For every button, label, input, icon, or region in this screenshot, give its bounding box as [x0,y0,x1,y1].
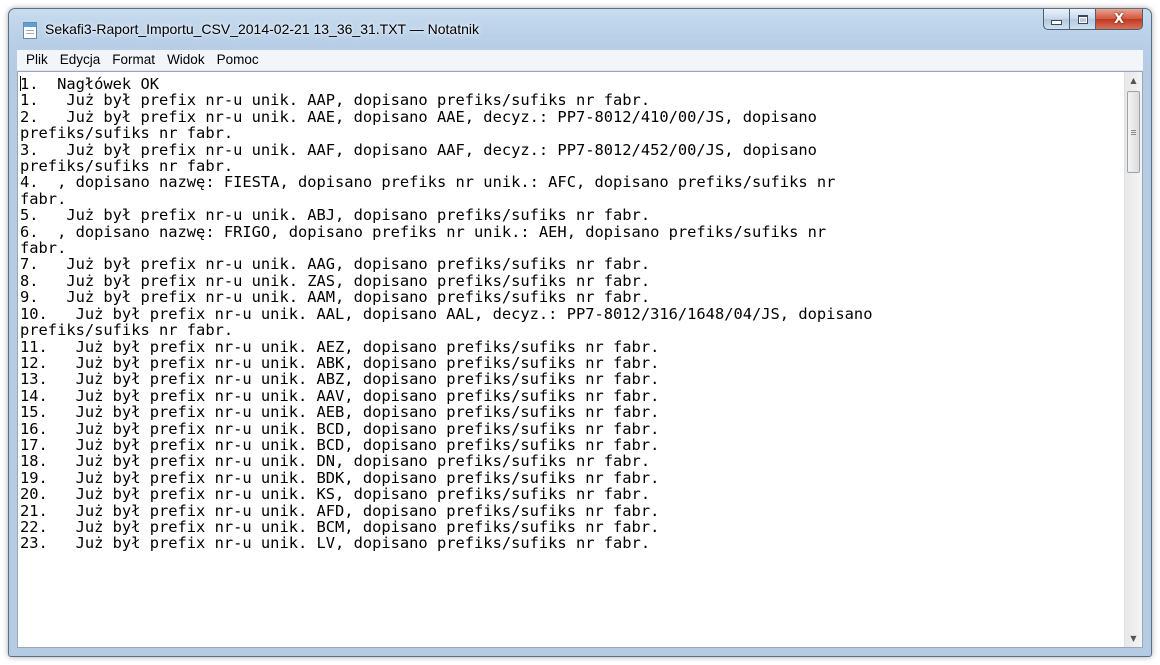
text-line: 11. Już był prefix nr-u unik. AEZ, dopis… [20,337,660,356]
text-editor[interactable]: 1. Nagłówek OK 1. Już był prefix nr-u uni… [17,71,1143,648]
scrollbar-thumb[interactable] [1127,91,1140,173]
text-line: 3. Już był prefix nr-u unik. AAF, dopisa… [20,140,817,159]
scroll-down-arrow-icon: ▼ [1130,634,1137,643]
text-line: prefiks/sufiks nr fabr. [20,124,234,143]
text-line: 12. Już był prefix nr-u unik. ABK, dopis… [20,353,660,372]
text-line: 13. Już był prefix nr-u unik. ABZ, dopis… [20,370,660,389]
text-line: 2. Już był prefix nr-u unik. AAE, dopisa… [20,107,817,126]
text-line: 7. Już był prefix nr-u unik. AAG, dopisa… [20,255,651,274]
notepad-window: Sekafi3-Raport_Importu_CSV_2014-02-21 13… [8,8,1152,657]
text-line: 20. Już był prefix nr-u unik. KS, dopisa… [20,485,651,504]
text-line: 6. , dopisano nazwę: FRIGO, dopisano pre… [20,222,827,241]
vertical-scrollbar[interactable]: ▲ ▼ [1124,72,1142,647]
text-line: 21. Już był prefix nr-u unik. AFD, dopis… [20,501,660,520]
text-line: 16. Już był prefix nr-u unik. BCD, dopis… [20,419,660,438]
scroll-down-button[interactable]: ▼ [1125,630,1142,647]
menu-edycja[interactable]: Edycja [54,50,107,70]
menu-bar: Plik Edycja Format Widok Pomoc [17,50,1143,71]
menu-widok[interactable]: Widok [161,50,211,70]
text-line: 23. Już był prefix nr-u unik. LV, dopisa… [20,534,651,553]
text-line: 1. Już był prefix nr-u unik. AAP, dopisa… [20,91,651,110]
text-line: 4. , dopisano nazwę: FIESTA, dopisano pr… [20,173,836,192]
text-line: 22. Już był prefix nr-u unik. BCM, dopis… [20,517,660,536]
scroll-up-arrow-icon: ▲ [1130,76,1137,85]
title-bar[interactable]: Sekafi3-Raport_Importu_CSV_2014-02-21 13… [9,9,1151,49]
text-line: 9. Już był prefix nr-u unik. AAM, dopisa… [20,288,651,307]
text-caret [20,76,21,91]
text-line: 15. Już był prefix nr-u unik. AEB, dopis… [20,403,660,422]
close-button[interactable]: X [1096,9,1143,30]
maximize-button[interactable] [1070,9,1096,30]
text-line: 17. Już był prefix nr-u unik. BCD, dopis… [20,435,660,454]
menu-plik[interactable]: Plik [17,50,54,70]
caption-buttons: X [1043,9,1143,31]
notepad-app-icon[interactable] [23,22,37,39]
text-line: 19. Już był prefix nr-u unik. BDK, dopis… [20,468,660,487]
minimize-icon [1051,19,1062,25]
text-line: fabr. [20,189,67,208]
text-line: 10. Już był prefix nr-u unik. AAL, dopis… [20,304,873,323]
text-line: 18. Już był prefix nr-u unik. DN, dopisa… [20,452,651,471]
text-line: 5. Już był prefix nr-u unik. ABJ, dopisa… [20,206,651,225]
text-line: 8. Już był prefix nr-u unik. ZAS, dopisa… [20,271,651,290]
text-line: 1. Nagłówek OK [20,75,159,93]
minimize-button[interactable] [1043,9,1070,30]
text-line: 14. Już był prefix nr-u unik. AAV, dopis… [20,386,660,405]
text-line: prefiks/sufiks nr fabr. [20,157,234,176]
text-content-area[interactable]: 1. Nagłówek OK 1. Już był prefix nr-u uni… [18,72,1124,647]
menu-pomoc[interactable]: Pomoc [211,50,265,70]
menu-format[interactable]: Format [106,50,161,70]
text-line: prefiks/sufiks nr fabr. [20,321,234,340]
window-title: Sekafi3-Raport_Importu_CSV_2014-02-21 13… [45,21,479,37]
text-line: fabr. [20,239,67,258]
grip-icon [1131,129,1136,135]
close-icon: X [1113,11,1125,27]
scroll-up-button[interactable]: ▲ [1125,72,1142,89]
maximize-icon [1077,14,1088,24]
